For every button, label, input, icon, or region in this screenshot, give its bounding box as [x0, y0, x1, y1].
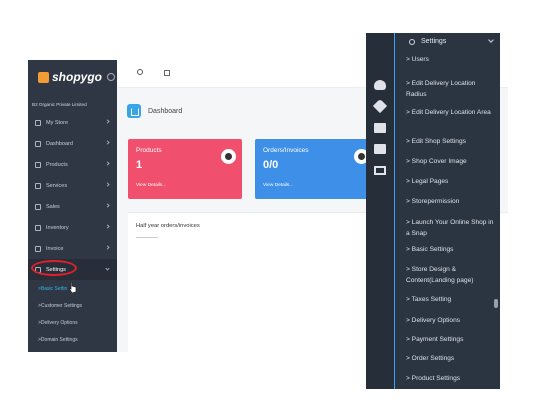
heart-icon[interactable]	[372, 98, 388, 114]
settings-menu-item[interactable]: > Store Design & Content(Landing page)	[406, 265, 496, 286]
chevron-right-icon	[105, 140, 110, 145]
submenu-label-text: Basic Settin	[40, 285, 68, 292]
search-icon[interactable]	[137, 69, 143, 75]
submenu-delivery-options[interactable]: > Delivery Options	[28, 314, 117, 331]
chevron-right-icon	[105, 119, 110, 124]
company-name: B2 Organic Private Limited	[32, 102, 87, 107]
card-label: Orders/Invoices	[263, 147, 309, 154]
chart-underline	[136, 237, 158, 238]
settings-menu-item[interactable]: > Launch Your Online Shop in a Snap	[406, 218, 496, 239]
chevron-right-icon	[105, 245, 110, 250]
card-value: 0/0	[263, 159, 279, 171]
invoice-icon	[35, 245, 41, 252]
chevron-down-icon	[105, 266, 110, 271]
page-header: Dashboard	[127, 104, 182, 118]
shopping-bag-icon	[38, 71, 49, 83]
settings-menu-item[interactable]: > Delivery Options	[406, 316, 496, 327]
products-icon	[35, 161, 41, 168]
sidebar-item-services[interactable]: Services	[28, 175, 117, 196]
orders-card: Orders/Invoices 0/0 View Details...	[255, 139, 375, 199]
settings-menu-item[interactable]: > Edit Delivery Location Radius	[406, 79, 496, 100]
services-icon	[35, 182, 41, 189]
settings-menu-item[interactable]: > Storepermission	[406, 197, 496, 208]
sidebar-menu: My Store Dashboard Products Services Sal…	[28, 112, 117, 348]
sidebar-toggle-icon[interactable]	[107, 73, 115, 81]
sidebar-item-dashboard[interactable]: Dashboard	[28, 133, 117, 154]
products-icon	[221, 149, 236, 164]
settings-menu-item[interactable]: > Legal Pages	[406, 177, 496, 188]
sidebar-item-sales[interactable]: Sales	[28, 196, 117, 217]
settings-menu-item[interactable]: > Users	[406, 55, 496, 66]
logo-text: shopygo	[52, 70, 102, 84]
submenu-label-text: Delivery Options	[40, 319, 78, 326]
view-details-link[interactable]: View Details...	[136, 183, 166, 188]
chevron-right-icon	[105, 182, 110, 187]
settings-menu-item[interactable]: > Edit Shop Settings	[406, 137, 496, 148]
cloud-icon[interactable]	[374, 80, 386, 90]
mouse-cursor-icon	[69, 282, 77, 293]
settings-menu-item[interactable]: > Order Settings	[406, 354, 496, 365]
settings-header-label: Settings	[421, 38, 447, 45]
scrollbar-thumb[interactable]	[494, 299, 498, 308]
sidebar-item-label: Products	[46, 161, 68, 168]
home-icon	[127, 104, 141, 118]
card-label: Products	[136, 147, 162, 154]
chevron-right-icon	[105, 203, 110, 208]
chevron-down-icon	[488, 37, 494, 43]
settings-header[interactable]: Settings	[396, 33, 500, 50]
settings-menu-item[interactable]: > Payment Settings	[406, 335, 496, 346]
sidebar-item-invoice[interactable]: Invoice	[28, 238, 117, 259]
settings-menu-item[interactable]: > Taxes Setting	[406, 295, 496, 306]
card-value: 1	[136, 159, 143, 171]
sidebar-item-label: Inventory	[46, 224, 69, 231]
gear-icon	[409, 38, 415, 45]
settings-menu-item[interactable]: > Shop Cover Image	[406, 157, 496, 168]
chart-title: Half year orders/invoices	[136, 223, 200, 229]
sidebar-item-products[interactable]: Products	[28, 154, 117, 175]
sidebar-item-inventory[interactable]: Inventory	[28, 217, 117, 238]
sidebar-item-my-store[interactable]: My Store	[28, 112, 117, 133]
submenu-label-text: Domain Settings	[40, 336, 78, 343]
inventory-icon	[35, 224, 41, 231]
settings-menu-screenshot: Settings > Users > Edit Delivery Location…	[366, 33, 500, 389]
dashboard-icon	[35, 140, 41, 147]
products-card: Products 1 View Details...	[128, 139, 242, 199]
chevron-right-icon	[105, 161, 110, 166]
submenu-domain-settings[interactable]: > Domain Settings	[28, 331, 117, 348]
chevron-right-icon	[105, 224, 110, 229]
icon-rail	[366, 33, 394, 389]
sidebar-item-label: Sales	[46, 203, 60, 210]
view-details-link[interactable]: View Details...	[263, 183, 293, 188]
sidebar: shopygo B2 Organic Private Limited My St…	[28, 60, 117, 352]
logo[interactable]: shopygo	[38, 67, 115, 87]
sales-icon	[35, 203, 41, 210]
sidebar-item-label: My Store	[46, 119, 69, 126]
submenu-customer-settings[interactable]: > Customer Settings	[28, 297, 117, 314]
sidebar-item-label: Services	[46, 182, 68, 189]
settings-menu-item[interactable]: > Basic Settings	[406, 245, 496, 256]
sidebar-item-label: Dashboard	[46, 140, 73, 147]
mail-icon[interactable]	[374, 144, 386, 154]
settings-menu-item[interactable]: > Edit Delivery Location Area	[406, 108, 496, 119]
settings-menu-item[interactable]: > Product Settings	[406, 374, 496, 385]
page-title: Dashboard	[148, 107, 183, 115]
store-icon	[35, 119, 41, 126]
sidebar-item-label: Invoice	[46, 245, 64, 252]
fullscreen-icon[interactable]	[164, 70, 170, 76]
monitor-icon[interactable]	[374, 166, 386, 175]
divider	[394, 33, 395, 389]
submenu-label-text: Customer Settings	[40, 302, 83, 309]
folder-icon[interactable]	[374, 123, 386, 133]
highlight-circle	[31, 260, 77, 276]
